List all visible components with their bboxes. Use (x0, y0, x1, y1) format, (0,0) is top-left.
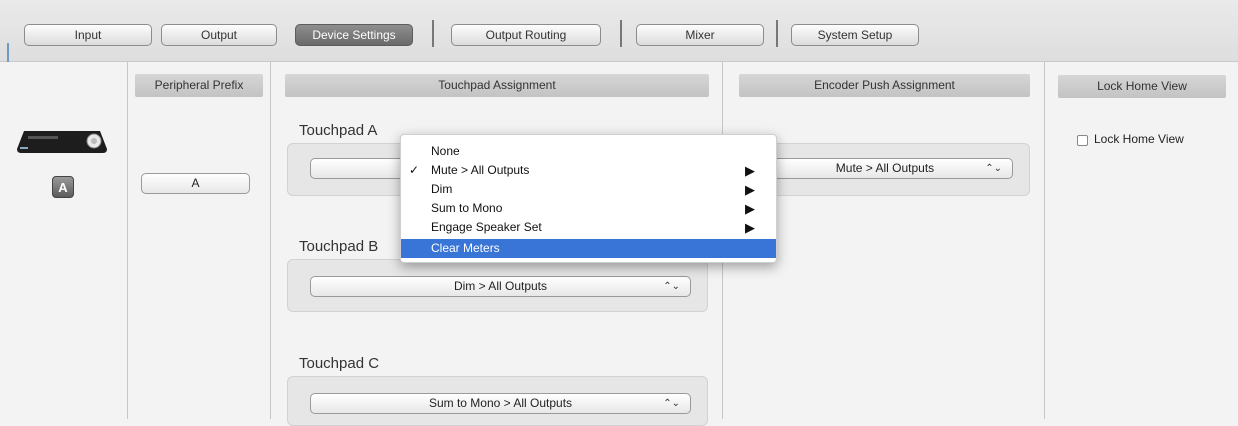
popup-arrows-icon: ⌃⌄ (663, 281, 680, 292)
menu-item-sum-to-mono[interactable]: Sum to Mono ▶ (401, 199, 776, 218)
tab-mixer[interactable]: Mixer (636, 24, 764, 46)
touchpad-c-label: Touchpad C (299, 355, 380, 372)
device-column (0, 62, 128, 419)
menu-item-label: Mute > All Outputs (431, 163, 530, 177)
menu-item-label: Clear Meters (431, 241, 500, 255)
lock-home-view-label[interactable]: Lock Home View (1094, 132, 1184, 146)
menu-item-label: None (431, 144, 460, 158)
menu-item-label: Dim (431, 182, 453, 196)
peripheral-prefix-header: Peripheral Prefix (135, 74, 263, 97)
touchpad-c-select[interactable]: Sum to Mono > All Outputs ⌃⌄ (310, 393, 691, 414)
touchpad-b-select[interactable]: Dim > All Outputs ⌃⌄ (310, 276, 691, 297)
menu-item-mute[interactable]: ✓ Mute > All Outputs ▶ (401, 161, 776, 180)
touchpad-b-value: Dim > All Outputs (453, 279, 548, 293)
submenu-arrow-icon: ▶ (745, 220, 755, 235)
touchpad-assignment-header: Touchpad Assignment (285, 74, 709, 97)
encoder-push-select[interactable]: Mute > All Outputs ⌃⌄ (757, 158, 1013, 179)
menu-item-dim[interactable]: Dim ▶ (401, 180, 776, 199)
peripheral-badge-icon: A (52, 176, 74, 198)
submenu-arrow-icon: ▶ (745, 163, 755, 178)
tab-separator (776, 20, 778, 47)
tab-input[interactable]: Input (24, 24, 152, 46)
peripheral-prefix-button[interactable]: A (141, 173, 250, 194)
tab-separator (620, 20, 622, 47)
tab-system-setup[interactable]: System Setup (791, 24, 919, 46)
tab-output[interactable]: Output (161, 24, 277, 46)
checkmark-icon: ✓ (409, 163, 420, 177)
popup-arrows-icon: ⌃⌄ (663, 398, 680, 409)
assignment-menu: None ✓ Mute > All Outputs ▶ Dim ▶ Sum to… (400, 134, 777, 263)
peripheral-prefix-column (128, 62, 271, 419)
menu-item-none[interactable]: None (401, 142, 776, 161)
lock-column (1045, 62, 1238, 419)
touchpad-c-value: Sum to Mono > All Outputs (428, 396, 573, 410)
tab-separator (432, 20, 434, 47)
tab-device-settings[interactable]: Device Settings (295, 24, 413, 46)
menu-item-label: Sum to Mono (431, 201, 503, 215)
device-image-icon[interactable] (14, 127, 110, 157)
submenu-arrow-icon: ▶ (745, 182, 755, 197)
encoder-push-header: Encoder Push Assignment (739, 74, 1030, 97)
lock-home-view-header: Lock Home View (1058, 75, 1226, 98)
touchpad-b-label: Touchpad B (299, 238, 379, 255)
encoder-push-value: Mute > All Outputs (835, 161, 935, 175)
lock-home-view-checkbox[interactable] (1077, 135, 1088, 146)
menu-item-clear-meters[interactable]: Clear Meters (401, 239, 776, 258)
menu-item-engage-speaker-set[interactable]: Engage Speaker Set ▶ (401, 218, 776, 237)
submenu-arrow-icon: ▶ (745, 201, 755, 216)
tab-output-routing[interactable]: Output Routing (451, 24, 601, 46)
popup-arrows-icon: ⌃⌄ (985, 163, 1002, 174)
menu-item-label: Engage Speaker Set (431, 220, 542, 234)
touchpad-a-label: Touchpad A (299, 122, 378, 139)
